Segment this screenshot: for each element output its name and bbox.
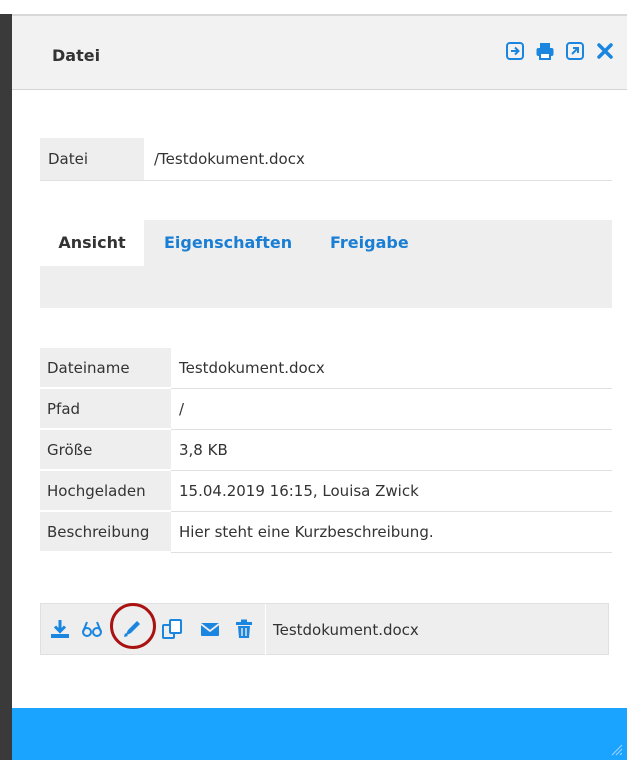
property-key: Hochgeladen: [40, 470, 171, 512]
divider: [265, 604, 266, 656]
file-label: Datei: [40, 138, 144, 180]
window-border: [0, 0, 12, 760]
table-row: Hochgeladen 15.04.2019 16:15, Louisa Zwic…: [40, 470, 612, 512]
property-value: Testdokument.docx: [171, 348, 612, 389]
property-key: Dateiname: [40, 348, 171, 389]
property-value: /: [171, 388, 612, 430]
property-value: 15.04.2019 16:15, Louisa Zwick: [171, 470, 612, 512]
trash-icon[interactable]: [233, 618, 255, 640]
file-properties-table: Dateiname Testdokument.docx Pfad / Größe 3,…: [40, 348, 612, 553]
copy-icon[interactable]: [161, 618, 183, 640]
table-row: Dateiname Testdokument.docx: [40, 348, 612, 389]
login-icon[interactable]: [505, 40, 525, 62]
tab-eigenschaften[interactable]: Eigenschaften: [164, 220, 292, 266]
tab-bar: Ansicht Eigenschaften Freigabe: [40, 220, 612, 308]
tab-ansicht[interactable]: Ansicht: [40, 220, 144, 266]
resize-grip-icon[interactable]: [609, 742, 623, 756]
file-path: /Testdokument.docx: [154, 150, 305, 168]
table-row: Pfad /: [40, 388, 612, 430]
table-row: Beschreibung Hier steht eine Kurzbeschrei…: [40, 511, 612, 553]
highlight-circle: [110, 603, 156, 649]
tab-freigabe[interactable]: Freigabe: [330, 220, 409, 266]
property-key: Größe: [40, 429, 171, 471]
close-icon[interactable]: [595, 40, 615, 62]
dialog-header: Datei: [12, 16, 627, 90]
property-key: Beschreibung: [40, 511, 171, 553]
file-path-row: Datei /Testdokument.docx: [40, 138, 612, 181]
property-key: Pfad: [40, 388, 171, 430]
download-icon[interactable]: [49, 618, 71, 640]
property-value: Hier steht eine Kurzbeschreibung.: [171, 511, 612, 553]
window-top: [0, 0, 627, 14]
header-toolbar: [505, 40, 615, 62]
action-filename: Testdokument.docx: [273, 621, 419, 639]
print-icon[interactable]: [535, 40, 555, 62]
dialog-title: Datei: [52, 46, 101, 65]
property-value: 3,8 KB: [171, 429, 612, 471]
table-row: Größe 3,8 KB: [40, 429, 612, 471]
email-icon[interactable]: [199, 618, 221, 640]
external-link-icon[interactable]: [565, 40, 585, 62]
dialog-footer: [12, 708, 627, 760]
preview-icon[interactable]: [81, 618, 103, 640]
